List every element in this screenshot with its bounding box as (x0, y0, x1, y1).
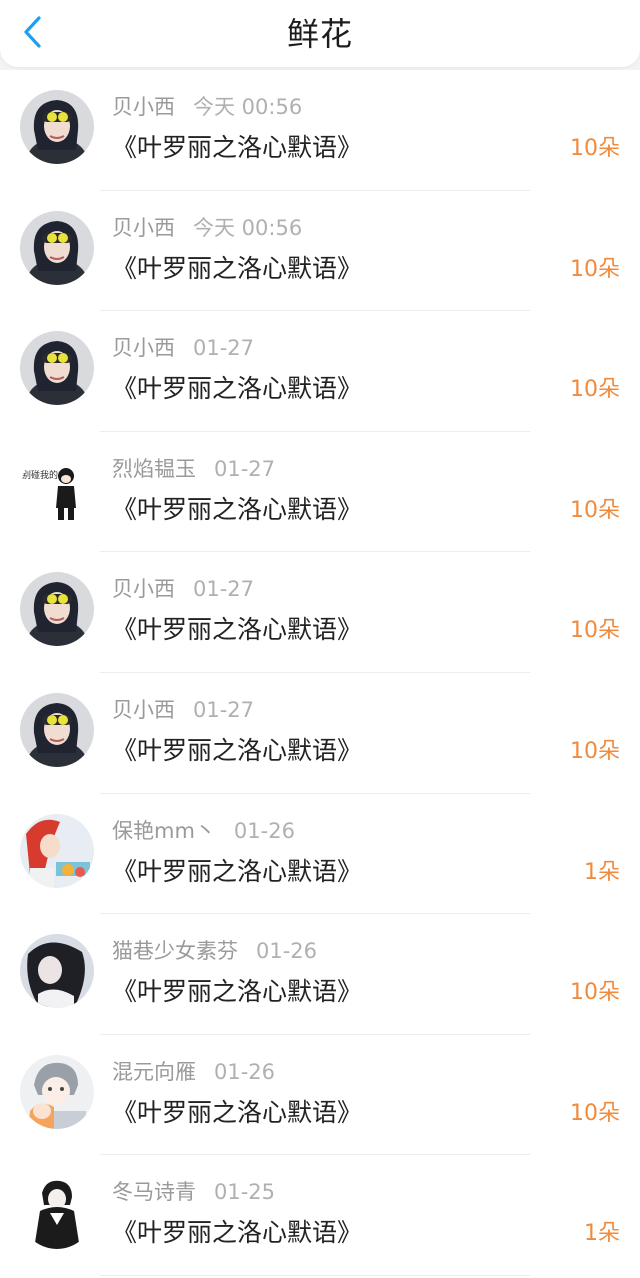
book-title[interactable]: 《叶罗丽之洛心默语》 (112, 1097, 362, 1129)
username[interactable]: 冬马诗青 (112, 1180, 196, 1204)
book-title[interactable]: 《叶罗丽之洛心默语》 (112, 373, 362, 405)
timestamp: 01-26 (233, 818, 295, 843)
timestamp: 01-26 (214, 1059, 276, 1084)
avatar[interactable] (20, 331, 94, 406)
book-title[interactable]: 《叶罗丽之洛心默语》 (112, 735, 362, 767)
anime-boys-avatar-image (20, 1054, 94, 1129)
username[interactable]: 贝小西 (112, 95, 175, 119)
book-title[interactable]: 《叶罗丽之洛心默语》 (112, 1217, 362, 1249)
avatar[interactable] (20, 813, 94, 888)
item-meta: 烈焰韫玉 01-27 (112, 456, 275, 482)
item-meta: 贝小西 01-27 (112, 697, 254, 723)
avatar[interactable] (20, 1175, 94, 1250)
avatar[interactable] (20, 692, 94, 767)
list-item-10[interactable]: 冬马诗青 01-25 《叶罗丽之洛心默语》 1朵 (0, 1155, 640, 1276)
item-meta: 冬马诗青 01-25 (112, 1179, 275, 1205)
book-title[interactable]: 《叶罗丽之洛心默语》 (112, 614, 362, 646)
flower-count: 10朵 (570, 136, 620, 161)
timestamp: 01-26 (256, 939, 318, 964)
username[interactable]: 混元向雁 (112, 1060, 196, 1084)
masked-girl-avatar-image (20, 572, 94, 647)
red-hair-girl-avatar-image (20, 813, 94, 888)
item-meta: 贝小西 今天 00:56 (112, 94, 302, 120)
list-item-1[interactable]: 贝小西 今天 00:56 《叶罗丽之洛心默语》 10朵 (0, 70, 640, 191)
book-title[interactable]: 《叶罗丽之洛心默语》 (112, 856, 362, 888)
timestamp: 01-27 (193, 697, 255, 722)
timestamp: 01-27 (214, 456, 276, 481)
flower-count: 10朵 (570, 256, 620, 282)
masked-girl-avatar-image (20, 210, 94, 285)
avatar[interactable] (20, 210, 94, 285)
username[interactable]: 贝小西 (112, 577, 175, 601)
cartoon-boy-avatar-image: 别碰我的人 (20, 451, 94, 526)
username[interactable]: 贝小西 (112, 698, 175, 722)
username[interactable]: 烈焰韫玉 (112, 457, 196, 481)
flower-list: 贝小西 今天 00:56 《叶罗丽之洛心默语》 10朵 贝小西 今天 00:56 《… (0, 70, 640, 1278)
flower-count: 10朵 (570, 377, 620, 403)
username[interactable]: 贝小西 (112, 216, 175, 240)
item-meta: 贝小西 01-27 (112, 576, 254, 602)
flower-count: 10朵 (570, 497, 620, 523)
dark-hair-girl-avatar-image (20, 934, 94, 1009)
timestamp: 01-27 (193, 577, 255, 602)
username[interactable]: 猫巷少女素芬 (112, 939, 238, 963)
timestamp: 今天 00:56 (193, 215, 303, 240)
masked-girl-avatar-image (20, 692, 94, 767)
flower-count: 10朵 (570, 1100, 620, 1126)
flower-count: 10朵 (570, 618, 620, 644)
timestamp: 01-27 (193, 336, 255, 361)
flower-count: 10朵 (570, 738, 620, 764)
item-meta: 混元向雁 01-26 (112, 1059, 275, 1085)
avatar[interactable] (20, 572, 94, 647)
avatar[interactable] (20, 90, 94, 164)
divider (100, 1274, 530, 1276)
flower-count: 1朵 (584, 859, 620, 885)
masked-girl-avatar-image (20, 90, 94, 164)
avatar[interactable] (20, 1054, 94, 1129)
masked-girl-avatar-image (20, 331, 94, 406)
avatar[interactable]: 别碰我的人 (20, 451, 94, 526)
list-item-4[interactable]: 别碰我的人 烈焰韫玉 01-27 《叶罗丽之洛心默语》 10朵 (0, 432, 640, 553)
list-item-5[interactable]: 贝小西 01-27 《叶罗丽之洛心默语》 10朵 (0, 552, 640, 673)
book-title[interactable]: 《叶罗丽之洛心默语》 (112, 132, 362, 164)
flower-count: 1朵 (584, 1221, 620, 1247)
list-item-3[interactable]: 贝小西 01-27 《叶罗丽之洛心默语》 10朵 (0, 311, 640, 432)
timestamp: 01-25 (214, 1180, 276, 1205)
book-title[interactable]: 《叶罗丽之洛心默语》 (112, 494, 362, 526)
sketch-boy-avatar-image (20, 1175, 94, 1250)
list-item-8[interactable]: 猫巷少女素芬 01-26 《叶罗丽之洛心默语》 10朵 (0, 914, 640, 1035)
page-title: 鲜花 (286, 15, 353, 53)
flower-count: 10朵 (570, 980, 620, 1006)
timestamp: 今天 00:56 (193, 95, 303, 119)
item-meta: 贝小西 今天 00:56 (112, 215, 302, 241)
avatar[interactable] (20, 934, 94, 1009)
book-title[interactable]: 《叶罗丽之洛心默语》 (112, 976, 362, 1008)
username[interactable]: 保艳mm丶 (112, 819, 216, 843)
book-title[interactable]: 《叶罗丽之洛心默语》 (112, 253, 362, 285)
list-item-9[interactable]: 混元向雁 01-26 《叶罗丽之洛心默语》 10朵 (0, 1035, 640, 1156)
item-meta: 保艳mm丶 01-26 (112, 818, 295, 844)
item-meta: 贝小西 01-27 (112, 335, 254, 361)
list-item-7[interactable]: 保艳mm丶 01-26 《叶罗丽之洛心默语》 1朵 (0, 794, 640, 915)
username[interactable]: 贝小西 (112, 336, 175, 360)
item-meta: 猫巷少女素芬 01-26 (112, 938, 317, 964)
list-item-6[interactable]: 贝小西 01-27 《叶罗丽之洛心默语》 10朵 (0, 673, 640, 794)
list-item-2[interactable]: 贝小西 今天 00:56 《叶罗丽之洛心默语》 10朵 (0, 191, 640, 312)
top-bar: 鲜花 (0, 0, 640, 67)
